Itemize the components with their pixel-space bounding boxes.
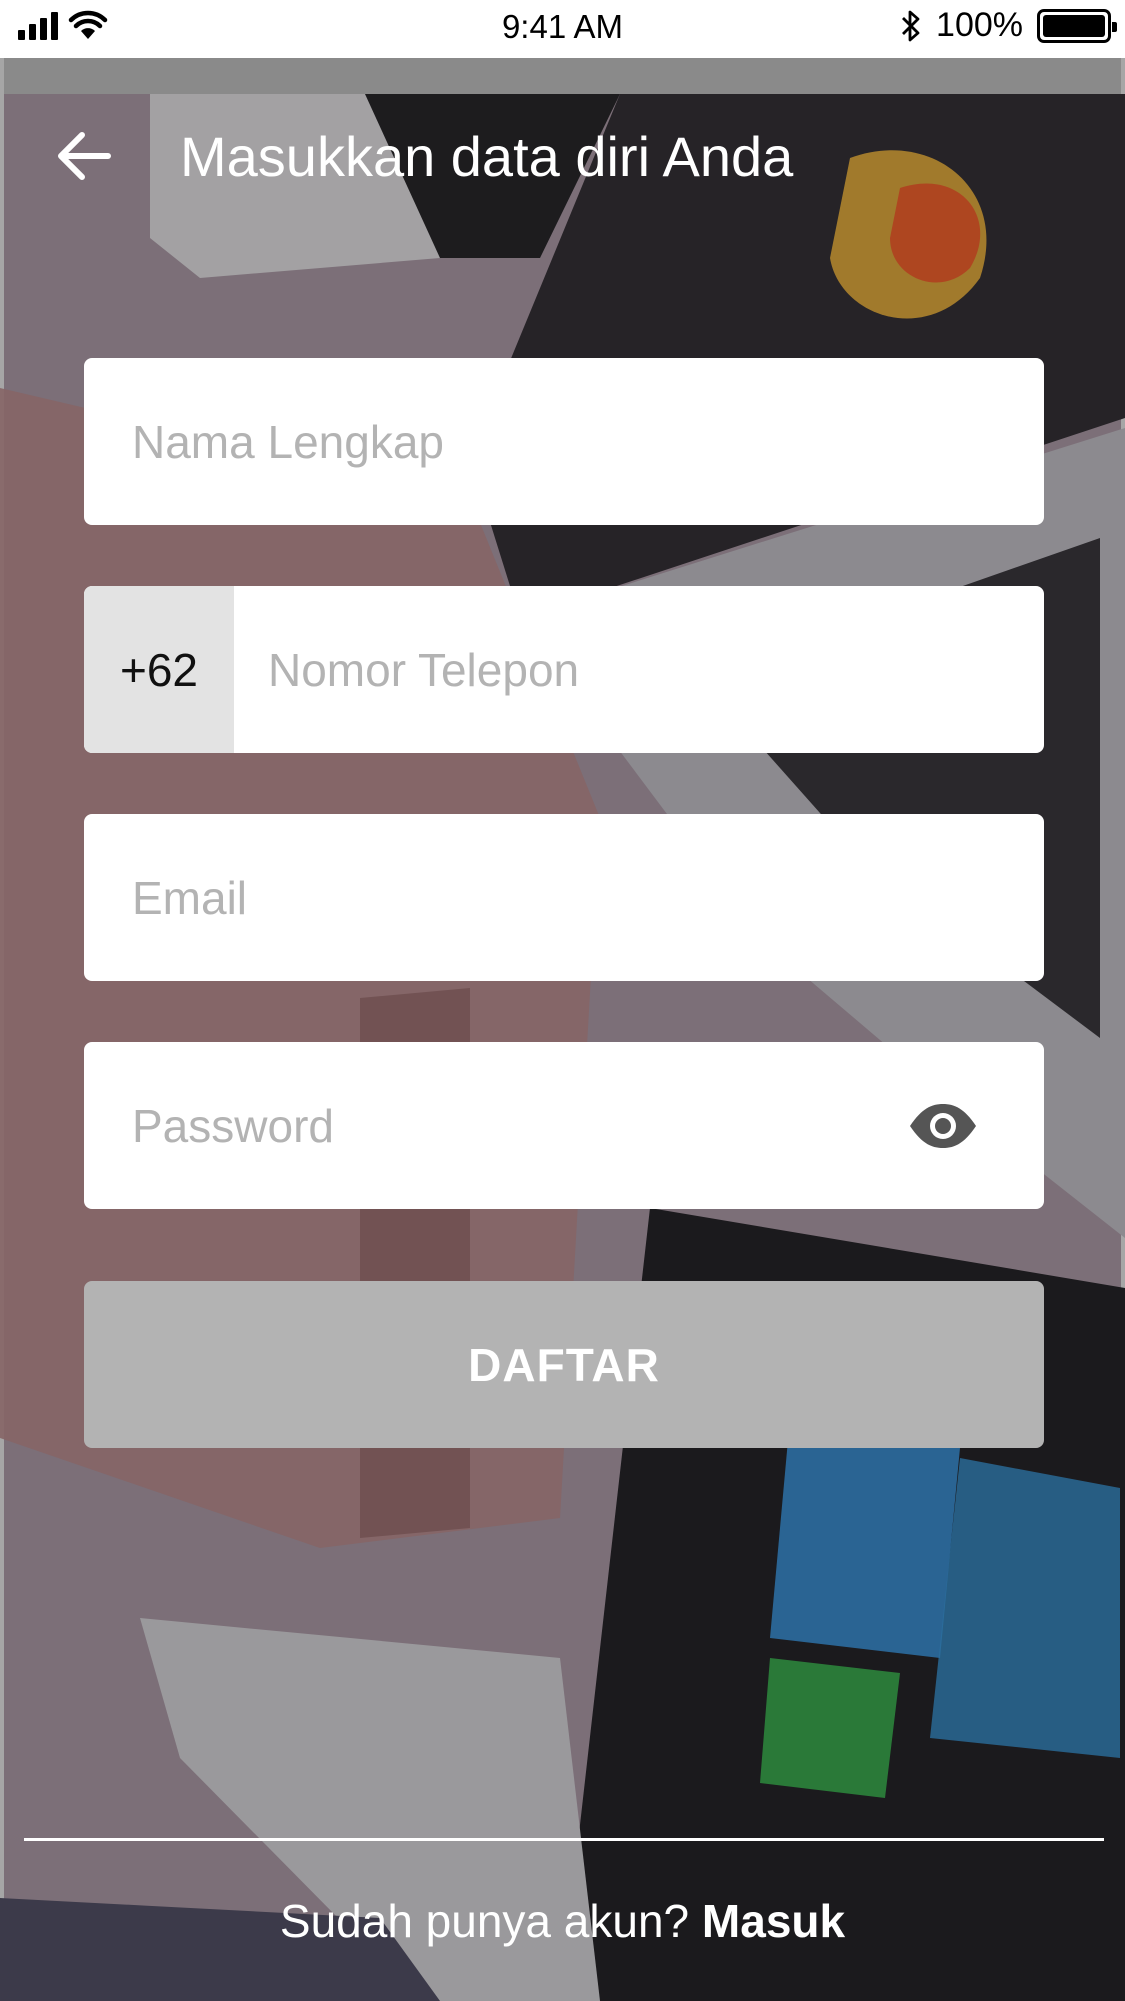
- header: Masukkan data diri Anda: [0, 100, 1125, 210]
- login-link[interactable]: Masuk: [702, 1895, 845, 1947]
- email-input[interactable]: [84, 814, 1044, 981]
- login-prompt-text: Sudah punya akun?: [279, 1895, 702, 1947]
- back-button[interactable]: [48, 120, 120, 192]
- battery-percent: 100%: [936, 6, 1023, 44]
- password-input[interactable]: [84, 1042, 898, 1209]
- eye-icon: [910, 1103, 976, 1148]
- laptops-illustration: [0, 94, 1125, 2001]
- country-code-prefix: +62: [84, 586, 234, 753]
- page-title: Masukkan data diri Anda: [180, 125, 794, 188]
- password-visibility-toggle[interactable]: [898, 1081, 988, 1171]
- status-bar: 9:41 AM 100%: [0, 0, 1125, 58]
- phone-field[interactable]: +62: [84, 586, 1044, 753]
- register-button[interactable]: DAFTAR: [84, 1281, 1044, 1448]
- full-name-input[interactable]: [84, 358, 1044, 525]
- arrow-left-icon: [58, 132, 111, 180]
- battery-icon: [1037, 8, 1117, 43]
- full-name-field[interactable]: [84, 358, 1044, 525]
- status-right: 100%: [900, 6, 1117, 45]
- password-field[interactable]: [84, 1042, 1044, 1209]
- phone-input[interactable]: [234, 586, 1044, 753]
- login-prompt: Sudah punya akun? Masuk: [0, 1894, 1125, 1948]
- footer-divider: [24, 1838, 1104, 1841]
- bluetooth-icon: [902, 10, 920, 41]
- email-field[interactable]: [84, 814, 1044, 981]
- background-photo: [0, 58, 1125, 2001]
